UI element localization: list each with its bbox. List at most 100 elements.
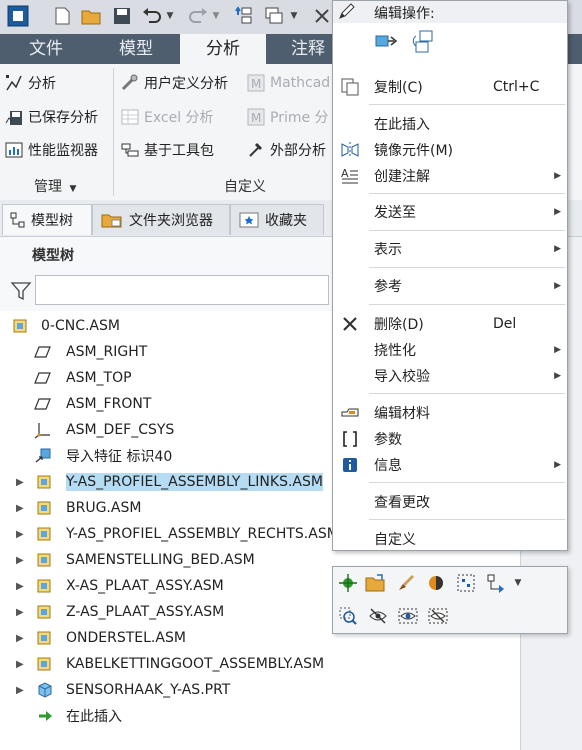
saved-analysis-button[interactable]: 已保存分析 bbox=[4, 104, 98, 130]
show-icon[interactable] bbox=[397, 605, 419, 627]
tab-favorites[interactable]: 收藏夹 bbox=[230, 204, 324, 235]
menu-separator bbox=[369, 104, 565, 105]
reroute-icon[interactable] bbox=[485, 572, 507, 594]
regenerate-icon[interactable] bbox=[232, 4, 256, 28]
redo-dropdown-icon[interactable]: ▼ bbox=[210, 4, 222, 28]
tab-file[interactable]: 文件 bbox=[0, 34, 92, 64]
tab-folder-browser[interactable]: 文件夹浏览器 bbox=[92, 204, 230, 235]
insert-arrow-icon bbox=[36, 707, 54, 725]
redo-icon[interactable] bbox=[186, 4, 210, 28]
svg-text:A: A bbox=[341, 167, 349, 180]
prime-icon: M bbox=[246, 107, 266, 127]
open-icon[interactable] bbox=[80, 4, 104, 28]
tree-item-label: 在此插入 bbox=[66, 709, 122, 725]
menu-separator bbox=[369, 267, 565, 268]
assembly-icon bbox=[12, 317, 30, 335]
tree-item-label: SENSORHAAK_Y-AS.PRT bbox=[66, 682, 231, 698]
open-icon[interactable] bbox=[365, 572, 387, 594]
submenu-arrow-icon: ▶ bbox=[554, 460, 561, 470]
menu-item-reference[interactable]: 参考 ▶ bbox=[333, 273, 567, 299]
toolkit-based-button[interactable]: 基于工具包 bbox=[120, 137, 214, 163]
mathcad-label: Mathcad bbox=[270, 75, 331, 91]
edit-definition-icon[interactable] bbox=[337, 572, 359, 594]
menu-item-label: 查看更改 bbox=[374, 495, 430, 511]
expand-arrow-icon[interactable]: ▶ bbox=[16, 529, 26, 540]
analysis-button[interactable]: 分析 bbox=[4, 70, 56, 96]
tree-search-input[interactable] bbox=[35, 275, 329, 305]
csys-icon bbox=[34, 421, 52, 439]
new-icon[interactable] bbox=[50, 4, 74, 28]
app-icon[interactable] bbox=[6, 4, 30, 28]
menu-item-send-to[interactable]: 发送至 ▶ bbox=[333, 199, 567, 225]
hide-icon[interactable] bbox=[367, 605, 389, 627]
menu-item-customize[interactable]: 自定义 bbox=[333, 526, 567, 552]
menu-item-copy[interactable]: 复制(C) Ctrl+C bbox=[333, 74, 567, 100]
manage-group-text: 管理 bbox=[34, 179, 62, 195]
select-icon[interactable] bbox=[455, 572, 477, 594]
tree-item-assembly[interactable]: ▶ KABELKETTINGGOOT_ASSEMBLY.ASM bbox=[0, 651, 520, 677]
context-menu-header: 编辑操作: bbox=[333, 1, 567, 23]
tab-model-tree[interactable]: 模型树 bbox=[2, 204, 92, 235]
menu-item-representation[interactable]: 表示 ▶ bbox=[333, 236, 567, 262]
user-defined-analysis-button[interactable]: 用户定义分析 bbox=[120, 70, 228, 96]
tab-analysis[interactable]: 分析 bbox=[180, 34, 266, 64]
external-analysis-button[interactable]: 外部分析 bbox=[246, 137, 326, 163]
menu-item-insert-here[interactable]: 在此插入 bbox=[333, 111, 567, 137]
favorites-icon bbox=[239, 211, 259, 229]
menu-item-flexibility[interactable]: 挠性化 ▶ bbox=[333, 337, 567, 363]
expand-arrow-icon[interactable]: ▶ bbox=[16, 581, 26, 592]
expand-arrow-icon[interactable]: ▶ bbox=[16, 477, 26, 488]
menu-item-parameters[interactable]: 参数 bbox=[333, 426, 567, 452]
prime-analysis-button[interactable]: M Prime 分 bbox=[246, 104, 329, 130]
undo-icon[interactable] bbox=[140, 4, 164, 28]
external-analysis-label: 外部分析 bbox=[270, 143, 326, 159]
edit-regenerate-icon[interactable] bbox=[411, 29, 437, 55]
excel-analysis-button[interactable]: Excel 分析 bbox=[120, 104, 214, 130]
mathcad-button[interactable]: M Mathcad bbox=[246, 70, 330, 96]
menu-item-delete[interactable]: 删除(D) Del bbox=[333, 311, 567, 337]
expand-arrow-icon[interactable]: ▶ bbox=[16, 555, 26, 566]
appearance-icon[interactable] bbox=[395, 572, 417, 594]
color-ball-icon[interactable] bbox=[425, 572, 447, 594]
menu-item-mirror-component[interactable]: 镜像元件(M) bbox=[333, 137, 567, 163]
expand-arrow-icon[interactable]: ▶ bbox=[16, 633, 26, 644]
zoom-fit-icon[interactable] bbox=[337, 605, 359, 627]
model-tree-header: 模型树 bbox=[0, 237, 332, 273]
tab-model[interactable]: 模型 bbox=[92, 34, 180, 64]
menu-item-import-check[interactable]: 导入校验 ▶ bbox=[333, 363, 567, 389]
custom-group-label: 自定义 bbox=[224, 179, 266, 195]
submenu-arrow-icon: ▶ bbox=[554, 281, 561, 291]
manage-group-label[interactable]: 管理 ▼ bbox=[34, 176, 76, 198]
menu-item-info[interactable]: 信息 ▶ bbox=[333, 452, 567, 478]
assembly-icon bbox=[36, 655, 54, 673]
menu-separator bbox=[369, 482, 565, 483]
analysis-icon bbox=[4, 73, 24, 93]
filter-icon[interactable] bbox=[10, 279, 32, 303]
expand-arrow-icon[interactable]: ▶ bbox=[16, 659, 26, 670]
tab-folder-browser-label: 文件夹浏览器 bbox=[129, 213, 213, 229]
saved-analysis-icon bbox=[4, 107, 24, 127]
close-icon[interactable] bbox=[310, 4, 334, 28]
assembly-icon bbox=[36, 473, 54, 491]
performance-monitor-button[interactable]: 性能监视器 bbox=[4, 137, 98, 163]
tree-item-part[interactable]: ▶ SENSORHAAK_Y-AS.PRT bbox=[0, 677, 520, 703]
menu-item-edit-material[interactable]: 编辑材料 bbox=[333, 400, 567, 426]
menu-item-shortcut: Del bbox=[493, 316, 517, 332]
expand-arrow-icon[interactable]: ▶ bbox=[16, 685, 26, 696]
menu-item-label: 创建注解 bbox=[374, 169, 430, 185]
windows-icon[interactable] bbox=[262, 4, 286, 28]
tree-item-label: SAMENSTELLING_BED.ASM bbox=[66, 552, 255, 568]
expand-arrow-icon[interactable]: ▶ bbox=[16, 607, 26, 618]
dropdown-icon[interactable]: ▼ bbox=[511, 572, 525, 594]
windows-dropdown-icon[interactable]: ▼ bbox=[288, 4, 300, 28]
material-icon bbox=[339, 402, 361, 424]
menu-item-view-changes[interactable]: 查看更改 bbox=[333, 489, 567, 515]
undo-dropdown-icon[interactable]: ▼ bbox=[164, 4, 176, 28]
submenu-arrow-icon: ▶ bbox=[554, 371, 561, 381]
edit-replace-icon[interactable] bbox=[374, 29, 400, 55]
menu-item-create-annotation[interactable]: A 创建注解 ▶ bbox=[333, 163, 567, 189]
tree-item-insert-here[interactable]: 在此插入 bbox=[0, 703, 520, 729]
save-icon[interactable] bbox=[110, 4, 134, 28]
expand-arrow-icon[interactable]: ▶ bbox=[16, 503, 26, 514]
unhide-icon[interactable] bbox=[427, 605, 449, 627]
